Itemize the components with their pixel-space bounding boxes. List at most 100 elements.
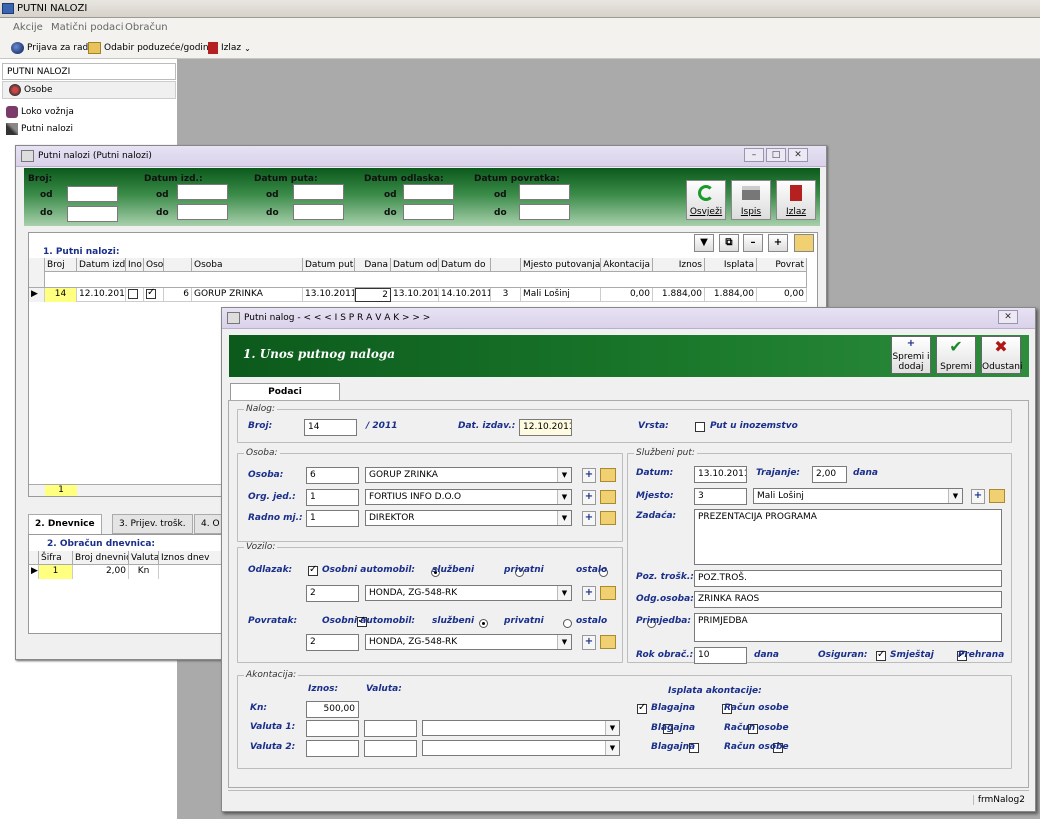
filter-odlaska-do[interactable] [403,204,454,220]
ino-checkbox[interactable] [128,288,138,299]
cell-osoba[interactable]: GORUP ZRINKA [192,288,303,302]
open-radno-folder-icon[interactable] [600,511,616,525]
rok-obrac-field[interactable]: 10 [694,647,747,664]
add-povratak-car-button[interactable]: + [582,635,596,650]
col-mjesto[interactable]: Mjesto putovanja [521,258,601,272]
maximize-button[interactable]: □ [766,148,786,162]
filter-row[interactable] [45,272,807,288]
col-datum-izd[interactable]: Datum izd. [77,258,126,272]
cell-valuta[interactable]: Kn [129,565,159,579]
table-row[interactable]: ▶ 14 12.10.2011. 6 GORUP ZRINKA 13.10.20… [29,288,807,302]
col-iznos-dnev[interactable]: Iznos dnev [159,551,229,565]
zadaca-field[interactable]: PREZENTACIJA PROGRAMA [694,509,1002,565]
oso-checkbox[interactable] [146,288,156,299]
open-odlazak-folder-icon[interactable] [600,586,616,600]
primjedba-field[interactable]: PRIMJEDBA [694,613,1002,642]
open-mjesto-folder-icon[interactable] [989,489,1005,503]
col-datum-puta[interactable]: Datum puta [303,258,355,272]
cell-datum-puta[interactable]: 13.10.2011. [303,288,355,302]
odlazak-id-field[interactable]: 2 [306,585,359,602]
col-isplata[interactable]: Isplata [705,258,757,272]
povratak-car-select[interactable]: HONDA, ZG-548-RK ▼ [365,634,572,650]
trajanje-field[interactable]: 2,00 [812,466,847,483]
valuta2-iznos-field[interactable] [306,740,359,757]
povratak-privatni-radio[interactable] [563,618,573,628]
cell-datum-do[interactable]: 14.10.2011. [439,288,491,302]
chevron-down-icon[interactable]: ⌄ [244,44,251,53]
povratak-sluzbeni-radio[interactable] [479,618,489,628]
col-sifra[interactable]: Šifra [39,551,73,565]
filter-izd-od[interactable] [177,184,228,200]
tab-prijev-trosk[interactable]: 3. Prijev. trošk. [112,514,193,534]
print-button[interactable]: Ispis [731,180,771,220]
table-row[interactable]: ▶ 1 2,00 Kn [29,565,229,579]
dat-izdav-field[interactable]: 12.10.2011. [519,419,572,436]
add-row-button[interactable]: + [768,234,788,252]
add-mjesto-button[interactable]: + [971,489,985,504]
cell-n[interactable]: 3 [491,288,521,302]
odg-osoba-field[interactable]: ZRINKA RAOS [694,591,1002,608]
menu-obracun[interactable]: Obračun [125,22,168,33]
chevron-down-icon[interactable]: ▼ [605,741,619,755]
chevron-down-icon[interactable]: ▼ [948,489,962,503]
sidebar-item-loko-voznja[interactable]: Loko vožnja [6,106,74,118]
org-select[interactable]: FORTIUS INFO D.O.O ▼ [365,489,572,505]
chevron-down-icon[interactable]: ▼ [557,511,571,525]
mjesto-id-field[interactable]: 3 [694,488,747,505]
win1-exit-button[interactable]: Izlaz [776,180,816,220]
inozemstvo-checkbox[interactable] [695,422,705,432]
filter-povratka-od[interactable] [519,184,570,200]
minimize-button[interactable]: – [744,148,764,162]
save-add-button[interactable]: + Spremi i dodaj [891,336,931,374]
col-n[interactable] [491,258,521,272]
cell-ino[interactable] [126,288,144,302]
menu-akcije[interactable]: Akcije [13,22,43,33]
tab-podaci[interactable]: Podaci [230,383,340,401]
valuta2-code-field[interactable] [364,740,417,757]
radno-id-field[interactable]: 1 [306,510,359,527]
cell-dana[interactable]: 2 [355,288,391,302]
filter-puta-do[interactable] [293,204,344,220]
login-button[interactable]: Prijava za rad [11,42,88,54]
cancel-button[interactable]: ✖ Odustani [981,336,1022,374]
broj-field[interactable]: 14 [304,419,357,436]
filter-izd-do[interactable] [177,204,228,220]
cell-akontacija[interactable]: 0,00 [601,288,653,302]
col-id[interactable] [164,258,192,272]
add-org-button[interactable]: + [582,490,596,505]
valuta2-select[interactable]: ▼ [422,740,620,756]
blagajna1-checkbox[interactable] [637,702,647,714]
col-datum-do[interactable]: Datum do [439,258,491,272]
sidebar-item-osobe[interactable]: Osobe [2,81,176,99]
close-button[interactable]: ✕ [788,148,808,162]
cell-isplata[interactable]: 1.884,00 [705,288,757,302]
valuta1-select[interactable]: ▼ [422,720,620,736]
filter-down-button[interactable]: ▼ [694,234,714,252]
cell-iznos[interactable]: 1.884,00 [653,288,705,302]
cell-sifra[interactable]: 1 [39,565,73,579]
cell-broj-dnevnica[interactable]: 2,00 [73,565,129,579]
odlazak-osobni-checkbox[interactable] [308,564,318,576]
open-button[interactable] [794,234,814,252]
mjesto-select[interactable]: Mali Lošinj ▼ [753,488,963,504]
cell-broj[interactable]: 14 [45,288,77,302]
delete-row-button[interactable]: – [743,234,763,252]
col-datum-od[interactable]: Datum od [391,258,439,272]
col-iznos[interactable]: Iznos [653,258,705,272]
save-button[interactable]: ✔ Spremi [936,336,976,374]
col-ino[interactable]: Ino [126,258,144,272]
col-akontacija[interactable]: Akontacija [601,258,653,272]
povratak-id-field[interactable]: 2 [306,634,359,651]
cell-datum-izd[interactable]: 12.10.2011. [77,288,126,302]
add-odlazak-car-button[interactable]: + [582,586,596,601]
radno-select[interactable]: DIREKTOR ▼ [365,510,572,526]
filter-broj-od[interactable] [67,186,118,202]
cell-povrat[interactable]: 0,00 [757,288,807,302]
exit-button[interactable]: Izlaz ⌄ [208,42,251,54]
col-povrat[interactable]: Povrat [757,258,807,272]
filter-povratka-do[interactable] [519,204,570,220]
add-osoba-button[interactable]: + [582,468,596,483]
poz-trosk-field[interactable]: POZ.TROŠ. [694,570,1002,587]
tab-dnevnice[interactable]: 2. Dnevnice [28,514,102,534]
put-datum-field[interactable]: 13.10.2011. [694,466,747,483]
